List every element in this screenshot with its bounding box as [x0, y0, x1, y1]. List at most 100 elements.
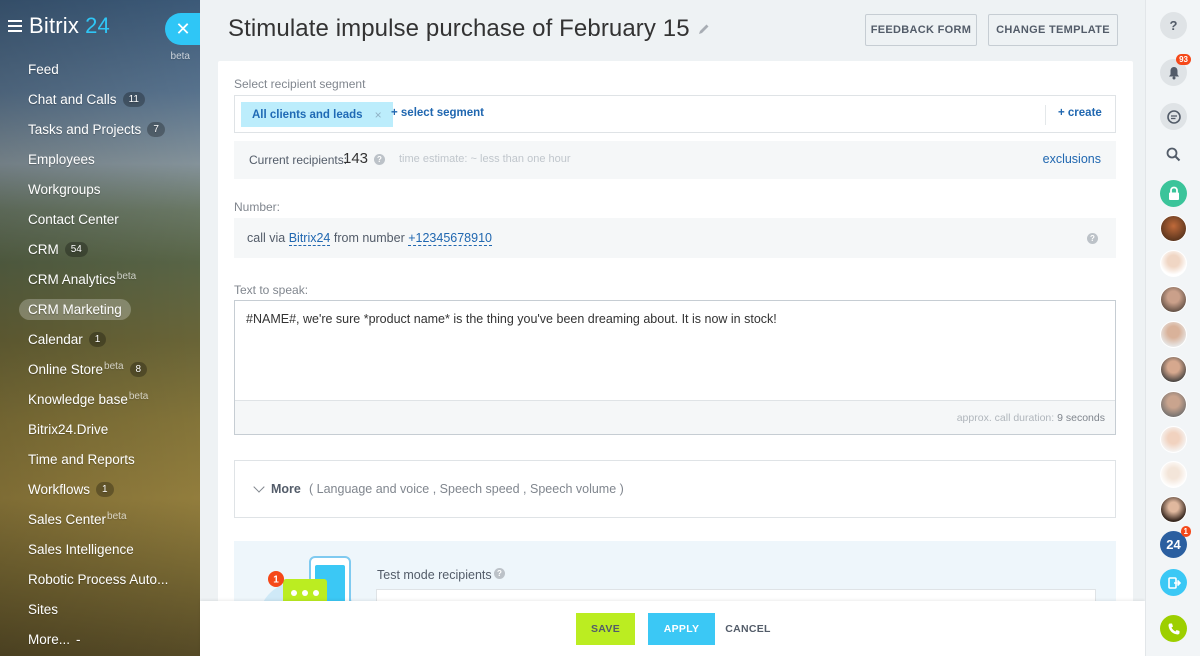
page-title: Stimulate impulse purchase of February 1… — [228, 15, 690, 42]
remove-tag-icon[interactable]: × — [375, 108, 382, 122]
exclusions-link[interactable]: exclusions — [1043, 152, 1101, 166]
avatar[interactable] — [1160, 391, 1187, 418]
sidebar-item-label: CRM — [28, 241, 59, 257]
apply-button[interactable]: APPLY — [648, 613, 715, 645]
avatar[interactable] — [1160, 321, 1187, 348]
sidebar-item-label: Knowledge base — [28, 391, 128, 407]
sidebar-item-label: Sales Center — [28, 511, 107, 527]
help-icon[interactable]: ? — [494, 568, 505, 579]
sidebar-item-time-and-reports[interactable]: Time and Reports — [0, 444, 200, 474]
speech-footer: approx. call duration: 9 seconds — [235, 400, 1115, 434]
notification-count: 93 — [1176, 54, 1191, 65]
pencil-icon[interactable] — [698, 23, 710, 35]
avatar[interactable] — [1160, 356, 1187, 383]
help-icon[interactable]: ? — [374, 154, 385, 165]
avatar[interactable] — [1160, 461, 1187, 488]
sidebar-item-sites[interactable]: Sites — [0, 594, 200, 624]
help-icon[interactable]: ? — [1087, 233, 1098, 244]
counter-badge: 7 — [147, 121, 165, 137]
test-mode-badge: 1 — [273, 575, 279, 586]
more-options-toggle[interactable]: More ( Language and voice , Speech speed… — [234, 460, 1116, 518]
more-suffix: - — [76, 631, 81, 647]
sidebar-item-label: Online Store — [28, 361, 104, 377]
sidebar-item-chat-and-calls[interactable]: Chat and Calls 11 — [0, 84, 200, 114]
menu-icon[interactable] — [8, 20, 22, 32]
close-icon: ✕ — [175, 18, 191, 39]
sidebar-item-workflows[interactable]: Workflows 1 — [0, 474, 200, 504]
sidebar-item-calendar[interactable]: Calendar 1 — [0, 324, 200, 354]
bitrix24-support-button[interactable]: 24 1 — [1160, 526, 1191, 558]
sidebar-item-knowledge-base[interactable]: Knowledge base beta — [0, 384, 200, 414]
speech-text[interactable]: #NAME#, we're sure *product name* is the… — [246, 312, 777, 326]
save-button[interactable]: SAVE — [576, 613, 635, 645]
sidebar-item-sales-intelligence[interactable]: Sales Intelligence — [0, 534, 200, 564]
avatar[interactable] — [1160, 215, 1187, 242]
select-segment-link[interactable]: + select segment — [391, 107, 484, 119]
help-button[interactable]: ? — [1160, 12, 1187, 39]
change-template-button[interactable]: CHANGE TEMPLATE — [988, 14, 1118, 46]
beta-label: beta — [107, 510, 127, 522]
sidebar-item-crm[interactable]: CRM 54 — [0, 234, 200, 264]
lock-button[interactable] — [1160, 180, 1187, 207]
avatar[interactable] — [1160, 426, 1187, 453]
avatar[interactable] — [1160, 250, 1187, 277]
sidebar-item-label: CRM Marketing — [19, 298, 131, 320]
messenger-button[interactable] — [1160, 103, 1187, 130]
sidebar-item-label: CRM Analytics — [28, 271, 116, 287]
cancel-button[interactable]: CANCEL — [724, 613, 772, 645]
main-panel: Stimulate impulse purchase of February 1… — [200, 0, 1145, 656]
support-count: 1 — [1180, 526, 1191, 537]
notifications-button[interactable]: 93 — [1160, 54, 1191, 86]
from-number-text: from number — [333, 231, 405, 245]
sidebar-item-bitrix24-drive[interactable]: Bitrix24.Drive — [0, 414, 200, 444]
bell-icon — [1168, 66, 1179, 79]
search-button[interactable] — [1160, 141, 1187, 168]
sidebar-item-robotic-process-auto[interactable]: Robotic Process Auto... beta — [0, 51, 200, 594]
lock-icon — [1168, 186, 1179, 200]
call-button[interactable] — [1160, 615, 1187, 642]
sidebar-item-workgroups[interactable]: Workgroups — [0, 174, 200, 204]
open-lines-button[interactable] — [1160, 569, 1187, 596]
sidebar-item-online-store[interactable]: Online Store beta 8 — [0, 354, 200, 384]
sidebar-item-contact-center[interactable]: Contact Center — [0, 204, 200, 234]
number-row: call via Bitrix24 from number +123456789… — [234, 218, 1116, 258]
sidebar-item-label: Sales Intelligence — [28, 541, 134, 557]
sidebar-item-label: Workflows — [28, 481, 91, 497]
number-label: Number: — [234, 200, 281, 214]
sidebar-item-crm-marketing[interactable]: CRM Marketing — [0, 294, 200, 324]
sidebar-item-sales-center[interactable]: Sales Center beta — [0, 504, 200, 534]
sidebar-item-label: Calendar — [28, 331, 83, 347]
sidebar-item-crm-analytics[interactable]: CRM Analytics beta — [0, 264, 200, 294]
feedback-form-button[interactable]: FEEDBACK FORM — [865, 14, 977, 46]
brand-name: Bitrix — [29, 13, 80, 38]
divider — [1045, 105, 1046, 125]
avatar[interactable] — [1160, 496, 1187, 523]
sidebar-item-label: More... — [28, 631, 71, 647]
segment-selector[interactable]: All clients and leads × + select segment… — [234, 95, 1116, 133]
sidebar-item-label: Time and Reports — [28, 451, 135, 467]
avatar[interactable] — [1160, 286, 1187, 313]
sidebar-item-more[interactable]: More... - — [0, 624, 200, 654]
recipients-label: Current recipients: — [249, 153, 348, 167]
segment-tag-label: All clients and leads — [252, 108, 363, 121]
provider-link[interactable]: Bitrix24 — [288, 231, 331, 246]
number-text: call via Bitrix24 from number +123456789… — [247, 231, 492, 246]
beta-label: beta — [116, 270, 137, 282]
create-segment-link[interactable]: + create — [1058, 107, 1102, 119]
logo-row: Bitrix 24 — [8, 12, 110, 40]
chat-icon — [1166, 109, 1181, 124]
sidebar-item-tasks-and-projects[interactable]: Tasks and Projects 7 — [0, 114, 200, 144]
chevron-down-icon — [253, 481, 265, 493]
text-to-speak-label: Text to speak: — [234, 283, 309, 297]
bitrix24-icon: 24 — [1166, 537, 1181, 552]
sidebar-item-employees[interactable]: Employees — [0, 144, 200, 174]
beta-label: beta — [128, 390, 149, 402]
segment-tag[interactable]: All clients and leads × — [241, 102, 393, 127]
form-card: Select recipient segment All clients and… — [218, 61, 1133, 621]
brand-logo[interactable]: Bitrix 24 — [29, 13, 110, 39]
counter-badge: 11 — [122, 91, 145, 107]
close-slider-button[interactable]: ✕ — [165, 13, 200, 45]
phone-icon — [1168, 623, 1179, 634]
text-to-speak-input[interactable]: #NAME#, we're sure *product name* is the… — [234, 300, 1116, 435]
phone-number-link[interactable]: +12345678910 — [408, 231, 492, 246]
